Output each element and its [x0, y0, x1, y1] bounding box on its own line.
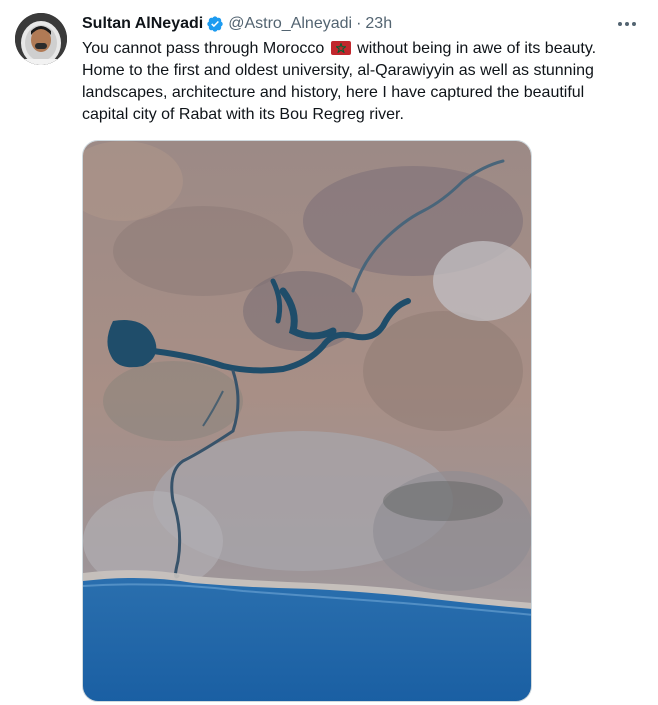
tweet-text-line-3: landscapes, architecture and history, he… — [82, 84, 585, 101]
avatar[interactable] — [15, 13, 67, 65]
tweet-text-line-4: capital city of Rabat with its Bou Regre… — [82, 106, 404, 123]
tweet[interactable]: Sultan AlNeyadi @Astro_Alneyadi · 23h Yo… — [0, 0, 658, 705]
astronaut-avatar-icon — [15, 13, 67, 65]
author-name[interactable]: Sultan AlNeyadi — [82, 15, 203, 33]
satellite-image — [83, 141, 531, 701]
morocco-flag-icon — [330, 41, 351, 55]
tweet-text-segment: without being in awe of its beauty. — [357, 40, 597, 57]
author-handle[interactable]: @Astro_Alneyadi — [228, 15, 352, 33]
tweet-header: Sultan AlNeyadi @Astro_Alneyadi · 23h — [82, 13, 392, 35]
tweet-text-line-2: Home to the first and oldest university,… — [82, 62, 594, 79]
verified-badge-icon[interactable] — [206, 15, 224, 33]
timestamp[interactable]: 23h — [365, 15, 392, 33]
tweet-text-segment: You cannot pass through Morocco — [82, 40, 325, 57]
tweet-text-line-1: You cannot pass through Morocco without … — [82, 38, 642, 60]
tweet-image[interactable] — [82, 140, 532, 702]
tweet-text: You cannot pass through Morocco without … — [82, 38, 642, 126]
more-horizontal-icon[interactable] — [618, 17, 636, 31]
separator: · — [356, 15, 362, 32]
